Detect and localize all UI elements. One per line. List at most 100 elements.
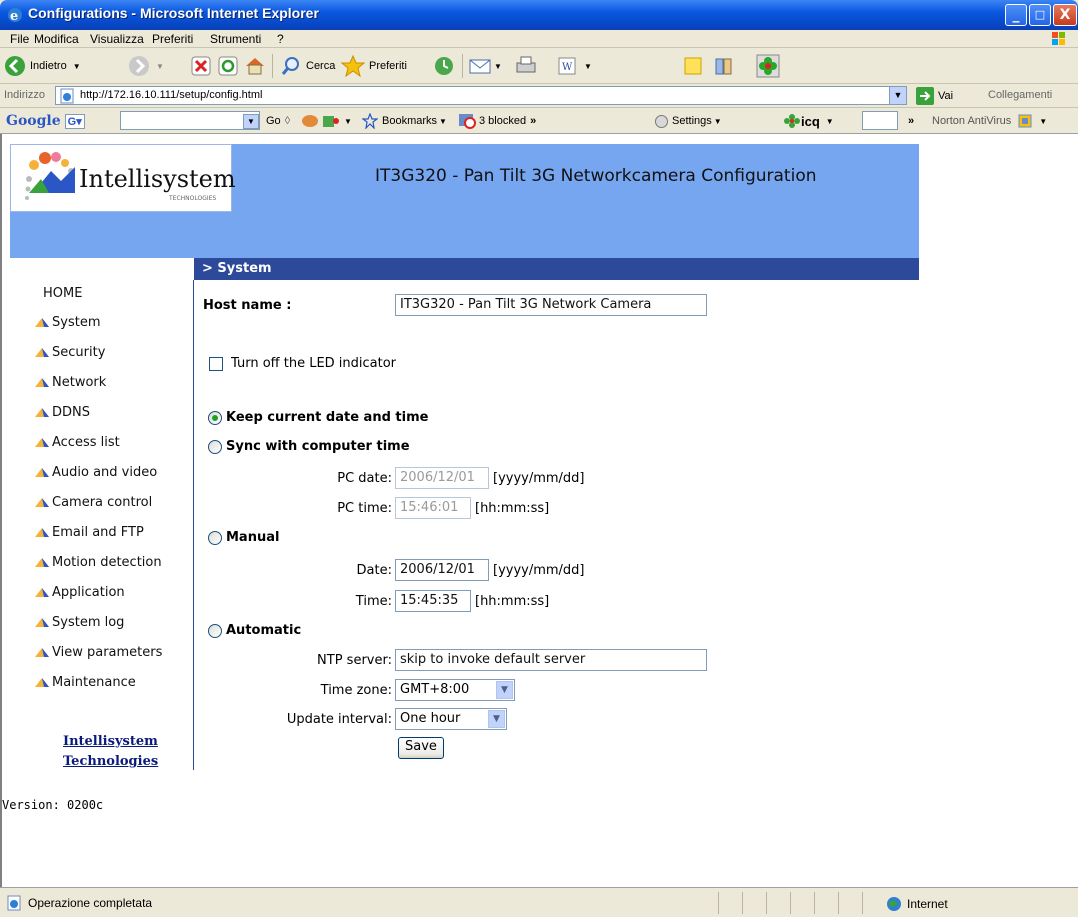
google-search-dropdown[interactable]: ▼ bbox=[243, 112, 259, 130]
menu-preferiti[interactable]: Preferiti bbox=[152, 32, 193, 46]
sidebar-item-security[interactable]: Security bbox=[34, 342, 105, 362]
company-link[interactable]: Intellisystem Technologies bbox=[63, 732, 158, 772]
logo-text: Intellisystem bbox=[79, 165, 236, 193]
sidebar-item-system[interactable]: System bbox=[34, 312, 100, 332]
bookmarks-button[interactable]: Bookmarks ▼ bbox=[362, 112, 447, 130]
nav-arrow-icon bbox=[35, 678, 49, 687]
nav-arrow-icon bbox=[35, 468, 49, 477]
time-input[interactable]: 15:45:35 bbox=[395, 590, 471, 612]
date-input[interactable]: 2006/12/01 bbox=[395, 559, 489, 581]
icq-input[interactable] bbox=[862, 111, 898, 130]
research-button[interactable] bbox=[713, 54, 735, 78]
history-button[interactable] bbox=[433, 54, 455, 78]
edit-button[interactable]: W ▼ bbox=[556, 54, 592, 78]
menu-visualizza[interactable]: Visualizza bbox=[90, 32, 144, 46]
sidebar-item-view-parameters[interactable]: View parameters bbox=[34, 642, 162, 662]
manual-radio[interactable] bbox=[208, 531, 222, 545]
globe-icon bbox=[887, 897, 901, 911]
address-dropdown-icon[interactable]: ▼ bbox=[889, 87, 906, 104]
google-go-button[interactable]: Go ◊ bbox=[266, 112, 290, 130]
address-label: Indirizzo bbox=[4, 89, 45, 101]
date-format: [yyyy/mm/dd] bbox=[493, 563, 585, 578]
popup-blocker-button[interactable]: 3 blocked » bbox=[458, 112, 536, 130]
sidebar-item-camera-control[interactable]: Camera control bbox=[34, 492, 152, 512]
windows-flag-icon bbox=[1052, 32, 1065, 45]
puzzle-icon bbox=[323, 116, 339, 127]
favorites-button[interactable]: Preferiti bbox=[341, 54, 407, 78]
time-format: [hh:mm:ss] bbox=[475, 594, 550, 609]
home-button[interactable] bbox=[244, 54, 266, 78]
go-button[interactable]: Vai bbox=[916, 87, 953, 105]
messenger-button[interactable] bbox=[756, 54, 780, 78]
ntp-server-input[interactable]: skip to invoke default server bbox=[395, 649, 707, 671]
page-content: IT3G320 - Pan Tilt 3G Networkcamera Conf… bbox=[0, 134, 1078, 887]
nav-arrow-icon bbox=[35, 618, 49, 627]
word-icon: W bbox=[558, 57, 576, 75]
keep-time-radio[interactable] bbox=[208, 411, 222, 425]
sidebar-item-ddns[interactable]: DDNS bbox=[34, 402, 90, 422]
edit-dropdown-icon: ▼ bbox=[584, 61, 592, 71]
pagerank-dropdown-icon: ▼ bbox=[344, 116, 352, 126]
host-name-input[interactable]: IT3G320 - Pan Tilt 3G Network Camera bbox=[395, 294, 707, 316]
sync-time-radio[interactable] bbox=[208, 440, 222, 454]
sidebar-item-system-log[interactable]: System log bbox=[34, 612, 124, 632]
sidebar-item-audio-video[interactable]: Audio and video bbox=[34, 462, 157, 482]
pc-time-format: [hh:mm:ss] bbox=[475, 501, 550, 516]
address-input[interactable]: http://172.16.10.111/setup/config.html ▼ bbox=[55, 86, 907, 105]
menu-strumenti[interactable]: Strumenti bbox=[210, 32, 261, 46]
pc-date-input[interactable]: 2006/12/01 bbox=[395, 467, 489, 489]
search-button[interactable]: Cerca bbox=[280, 54, 335, 78]
sidebar-item-application[interactable]: Application bbox=[34, 582, 125, 602]
nav-arrow-icon bbox=[35, 588, 49, 597]
sidebar-item-motion-detection[interactable]: Motion detection bbox=[34, 552, 162, 572]
save-button[interactable]: Save bbox=[398, 737, 444, 759]
sidebar-item-maintenance[interactable]: Maintenance bbox=[34, 672, 136, 692]
google-search-input[interactable] bbox=[120, 111, 260, 130]
menu-help[interactable]: ? bbox=[277, 32, 284, 46]
time-zone-select[interactable]: GMT+8:00 ▼ bbox=[395, 679, 515, 701]
sync-time-label: Sync with computer time bbox=[226, 439, 410, 454]
sidebar-item-email-ftp[interactable]: Email and FTP bbox=[34, 522, 144, 542]
norton-icon bbox=[1018, 114, 1032, 128]
maximize-button[interactable]: □ bbox=[1029, 4, 1051, 26]
forward-button[interactable]: ▼ bbox=[128, 54, 164, 78]
sidebar-item-network[interactable]: Network bbox=[34, 372, 106, 392]
stop-button[interactable] bbox=[191, 54, 211, 78]
update-interval-select[interactable]: One hour ▼ bbox=[395, 708, 507, 730]
automatic-label: Automatic bbox=[226, 623, 302, 638]
time-label: Time: bbox=[355, 594, 392, 609]
automatic-radio[interactable] bbox=[208, 624, 222, 638]
minimize-button[interactable]: _ bbox=[1005, 4, 1027, 26]
led-checkbox[interactable] bbox=[209, 357, 223, 371]
links-button[interactable]: Collegamenti bbox=[988, 89, 1052, 101]
toolbar-more-chevron-icon: » bbox=[908, 115, 915, 127]
toolbar-more-button[interactable]: » bbox=[908, 112, 914, 130]
address-bar: Indirizzo http://172.16.10.111/setup/con… bbox=[0, 84, 1078, 108]
menu-file[interactable]: File bbox=[10, 32, 29, 46]
back-button[interactable]: Indietro ▼ bbox=[4, 54, 81, 78]
google-toolbar: Google G▾ ▼ Go ◊ ▼ Bookmarks ▼ 3 blocked… bbox=[0, 108, 1078, 134]
settings-button[interactable]: Settings ▼ bbox=[655, 112, 722, 130]
forward-arrow-icon bbox=[129, 56, 149, 76]
mail-button[interactable]: ▼ bbox=[468, 54, 502, 78]
refresh-icon bbox=[218, 56, 238, 76]
refresh-button[interactable] bbox=[218, 54, 238, 78]
norton-antivirus-button[interactable]: Norton AntiVirus ▼ bbox=[932, 112, 1047, 130]
pc-time-input[interactable]: 15:46:01 bbox=[395, 497, 471, 519]
nav-arrow-icon bbox=[35, 558, 49, 567]
discuss-button[interactable] bbox=[682, 54, 704, 78]
mail-icon bbox=[469, 59, 491, 74]
print-button[interactable] bbox=[514, 54, 538, 78]
google-pagerank[interactable]: ▼ bbox=[300, 112, 352, 130]
sidebar-home-link[interactable]: HOME bbox=[43, 286, 82, 301]
nav-arrow-icon bbox=[35, 438, 49, 447]
google-logo[interactable]: Google G▾ bbox=[6, 112, 85, 130]
pc-date-label: PC date: bbox=[337, 471, 392, 486]
svg-text:e: e bbox=[10, 9, 18, 24]
icq-button[interactable]: icq ▼ bbox=[783, 112, 834, 130]
close-button[interactable]: X bbox=[1053, 4, 1077, 26]
nav-arrow-icon bbox=[35, 528, 49, 537]
menu-modifica[interactable]: Modifica bbox=[34, 32, 79, 46]
sidebar-item-access-list[interactable]: Access list bbox=[34, 432, 120, 452]
icq-dropdown-icon: ▼ bbox=[825, 116, 834, 126]
